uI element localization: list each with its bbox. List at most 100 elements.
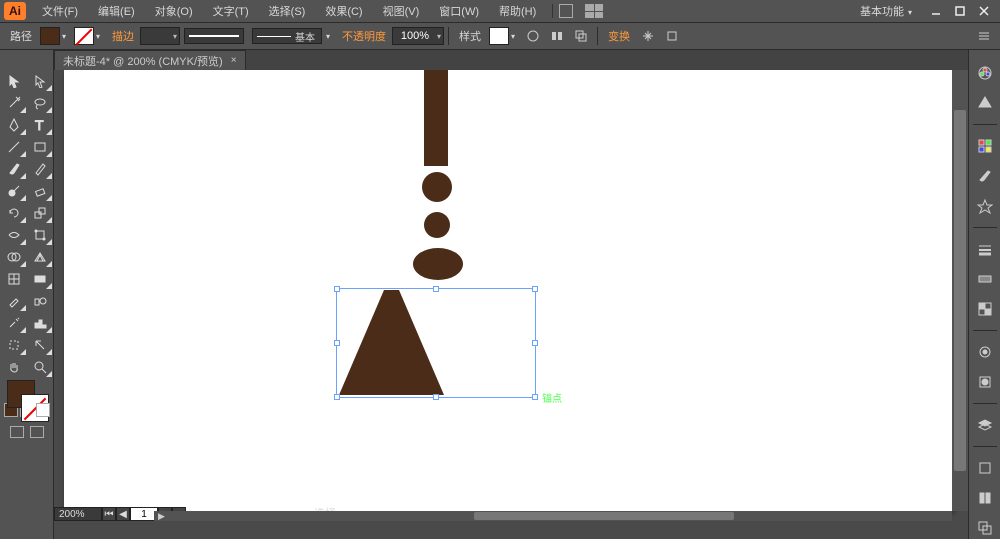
artboard-tool[interactable]: [1, 334, 27, 356]
symbol-sprayer-tool[interactable]: [1, 312, 27, 334]
shape-circle-2[interactable]: [424, 212, 450, 238]
transform-each-icon[interactable]: [638, 26, 658, 46]
screen-mode-normal[interactable]: [10, 426, 24, 438]
perspective-grid-tool[interactable]: [27, 246, 53, 268]
stroke-profile-dropdown[interactable]: [184, 28, 244, 44]
slice-tool[interactable]: [27, 334, 53, 356]
opacity-label[interactable]: 不透明度: [342, 28, 386, 44]
doc-tab[interactable]: 未标题-4* @ 200% (CMYK/预览) ×: [54, 50, 246, 70]
shape-mode-icon[interactable]: [571, 26, 591, 46]
line-tool[interactable]: [1, 136, 27, 158]
color-panel-tab[interactable]: [973, 62, 997, 84]
scale-tool[interactable]: [27, 202, 53, 224]
resize-handle-br[interactable]: [532, 394, 538, 400]
artboard[interactable]: 锚点: [64, 70, 952, 511]
type-tool[interactable]: T: [27, 114, 53, 136]
width-tool[interactable]: [1, 224, 27, 246]
menu-select[interactable]: 选择(S): [259, 1, 316, 21]
lasso-tool[interactable]: [27, 92, 53, 114]
rotate-tool[interactable]: [1, 202, 27, 224]
menu-file[interactable]: 文件(F): [32, 1, 88, 21]
paintbrush-tool[interactable]: [1, 158, 27, 180]
color-mode-none[interactable]: [36, 403, 50, 417]
transparency-panel-tab[interactable]: [973, 298, 997, 320]
pencil-tool[interactable]: [27, 158, 53, 180]
artboard-prev-button[interactable]: ◀: [116, 507, 130, 521]
controlbar-menu-icon[interactable]: [974, 26, 994, 46]
resize-handle-ml[interactable]: [334, 340, 340, 346]
workspace-switcher[interactable]: 基本功能▾: [850, 1, 922, 21]
resize-handle-tl[interactable]: [334, 286, 340, 292]
appearance-panel-tab[interactable]: [973, 341, 997, 363]
magic-wand-tool[interactable]: [1, 92, 27, 114]
align-panel-icon[interactable]: [547, 26, 567, 46]
free-transform-tool[interactable]: [27, 224, 53, 246]
arrange-docs-icon[interactable]: [559, 4, 573, 18]
align-panel-tab[interactable]: [973, 487, 997, 509]
selection-bounding-box[interactable]: [336, 288, 536, 398]
stroke-swatch[interactable]: [74, 27, 94, 45]
menu-help[interactable]: 帮助(H): [489, 1, 546, 21]
isolate-icon[interactable]: [662, 26, 682, 46]
zoom-field[interactable]: 200%: [54, 507, 102, 521]
window-maximize-button[interactable]: [950, 3, 970, 19]
resize-handle-bm[interactable]: [433, 394, 439, 400]
stroke-panel-tab[interactable]: [973, 238, 997, 260]
screen-mode-full[interactable]: [30, 426, 44, 438]
doc-tab-close[interactable]: ×: [231, 55, 237, 66]
arrange-grid-icon[interactable]: [585, 4, 603, 18]
eyedropper-tool[interactable]: [1, 290, 27, 312]
gradient-panel-tab[interactable]: [973, 268, 997, 290]
menu-effect[interactable]: 效果(C): [315, 1, 372, 21]
zoom-tool[interactable]: [27, 356, 53, 378]
horizontal-scroll-thumb[interactable]: [474, 512, 734, 520]
horizontal-scrollbar[interactable]: ▶: [154, 511, 952, 521]
brush-definition-dropdown[interactable]: 基本: [252, 28, 322, 44]
hand-tool[interactable]: [1, 356, 27, 378]
window-minimize-button[interactable]: [926, 3, 946, 19]
resize-handle-mr[interactable]: [532, 340, 538, 346]
vertical-scrollbar[interactable]: [952, 70, 968, 511]
gradient-tool[interactable]: [27, 268, 53, 290]
symbols-panel-tab[interactable]: [973, 195, 997, 217]
menu-window[interactable]: 窗口(W): [429, 1, 489, 21]
vertical-scroll-thumb[interactable]: [954, 110, 966, 471]
pathfinder-panel-tab[interactable]: [973, 517, 997, 539]
shape-builder-tool[interactable]: [1, 246, 27, 268]
recolor-artwork-icon[interactable]: [523, 26, 543, 46]
graphic-styles-panel-tab[interactable]: [973, 371, 997, 393]
shape-ellipse[interactable]: [413, 248, 463, 280]
resize-handle-tm[interactable]: [433, 286, 439, 292]
menu-edit[interactable]: 编辑(E): [88, 1, 145, 21]
column-graph-tool[interactable]: [27, 312, 53, 334]
color-guide-panel-tab[interactable]: [973, 92, 997, 114]
shape-rectangle[interactable]: [424, 70, 448, 166]
selection-tool[interactable]: [1, 70, 27, 92]
eraser-tool[interactable]: [27, 180, 53, 202]
menu-view[interactable]: 视图(V): [373, 1, 430, 21]
stroke-weight-field[interactable]: [140, 27, 180, 45]
transform-panel-tab[interactable]: [973, 457, 997, 479]
transform-label[interactable]: 变换: [608, 28, 630, 44]
artboard-first-button[interactable]: ⏮: [102, 507, 116, 521]
window-close-button[interactable]: [974, 3, 994, 19]
mesh-tool[interactable]: [1, 268, 27, 290]
rectangle-tool[interactable]: [27, 136, 53, 158]
resize-handle-tr[interactable]: [532, 286, 538, 292]
swatches-panel-tab[interactable]: [973, 135, 997, 157]
shape-circle-1[interactable]: [422, 172, 452, 202]
opacity-field[interactable]: 100%: [392, 27, 444, 45]
blend-tool[interactable]: [27, 290, 53, 312]
menu-type[interactable]: 文字(T): [203, 1, 259, 21]
fill-swatch[interactable]: [40, 27, 60, 45]
menu-object[interactable]: 对象(O): [145, 1, 203, 21]
resize-handle-bl[interactable]: [334, 394, 340, 400]
blob-brush-tool[interactable]: [1, 180, 27, 202]
brushes-panel-tab[interactable]: [973, 165, 997, 187]
graphic-style-swatch[interactable]: [489, 27, 509, 45]
fill-stroke-control[interactable]: [1, 378, 53, 424]
stroke-label[interactable]: 描边: [112, 28, 134, 44]
pen-tool[interactable]: [1, 114, 27, 136]
layers-panel-tab[interactable]: [973, 414, 997, 436]
direct-selection-tool[interactable]: [27, 70, 53, 92]
